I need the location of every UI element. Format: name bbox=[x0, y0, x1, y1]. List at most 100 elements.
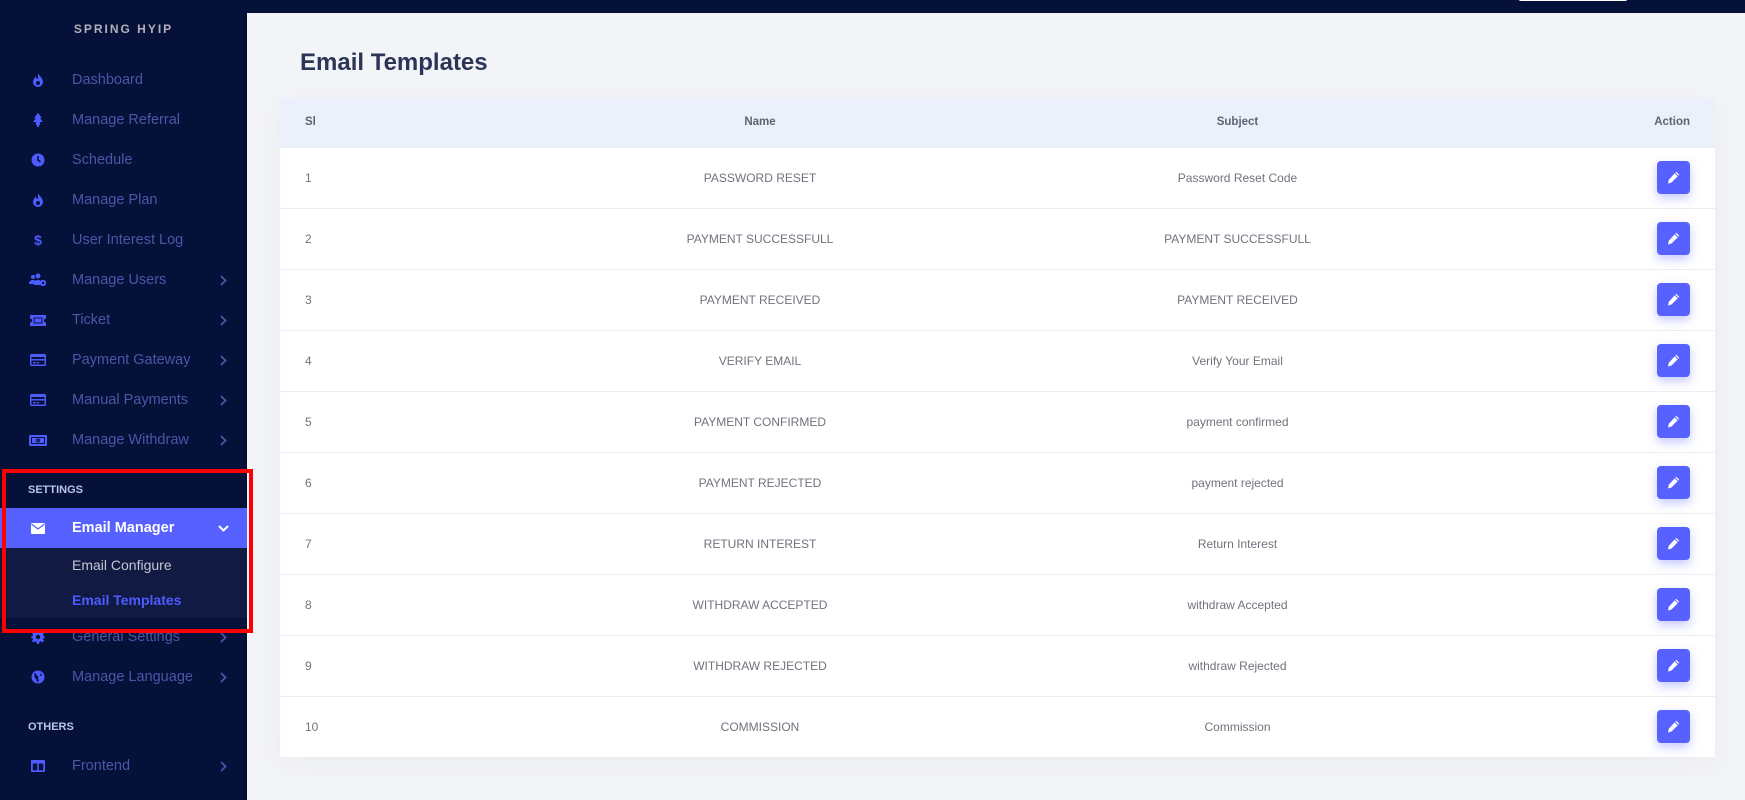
sidebar-item-label: Manage Withdraw bbox=[72, 432, 189, 448]
chevron-right-icon bbox=[218, 313, 228, 327]
cell-action bbox=[1475, 330, 1715, 391]
sidebar-item-label: Manual Payments bbox=[72, 392, 189, 408]
cell-subject: PAYMENT RECEIVED bbox=[1177, 292, 1298, 307]
edit-template-button[interactable] bbox=[1657, 283, 1690, 316]
cell-subject: PAYMENT SUCCESSFULL bbox=[1164, 231, 1311, 246]
edit-template-button[interactable] bbox=[1657, 344, 1690, 377]
pencil-icon bbox=[1667, 537, 1680, 550]
edit-template-button[interactable] bbox=[1657, 588, 1690, 621]
credit-card-icon bbox=[28, 390, 48, 410]
cell-sl: 4 bbox=[305, 353, 312, 368]
edit-template-button[interactable] bbox=[1657, 222, 1690, 255]
cell-subject: Return Interest bbox=[1197, 536, 1278, 551]
sidebar-item-label: Manage Plan bbox=[72, 192, 158, 208]
section-title-others: OTHERS bbox=[28, 721, 74, 733]
cell-name: PAYMENT REJECTED bbox=[698, 475, 822, 490]
money-bill-icon bbox=[28, 430, 48, 450]
pencil-icon bbox=[1667, 598, 1680, 611]
cell-name: WITHDRAW ACCEPTED bbox=[692, 597, 828, 612]
sidebar-item-label: Manage Referral bbox=[72, 112, 180, 128]
chevron-right-icon bbox=[218, 433, 228, 447]
sidebar-item-label: Dashboard bbox=[72, 72, 143, 88]
sidebar-item-manage-referral[interactable]: Manage Referral bbox=[0, 100, 247, 140]
cell-action bbox=[1475, 696, 1715, 757]
edit-template-button[interactable] bbox=[1657, 710, 1690, 744]
cell-action bbox=[1475, 574, 1715, 635]
sidebar-item-ticket[interactable]: Ticket bbox=[0, 300, 247, 340]
table-row: 2 PAYMENT SUCCESSFULL PAYMENT SUCCESSFULL bbox=[280, 208, 1715, 269]
globe-icon bbox=[28, 667, 48, 687]
sidebar-item-dashboard[interactable]: Dashboard bbox=[0, 60, 247, 100]
sidebar-item-manage-withdraw[interactable]: Manage Withdraw bbox=[0, 420, 247, 460]
email-templates-table: Sl Name Subject Action 1 PASSWORD RESET Pa… bbox=[280, 98, 1715, 757]
pencil-icon bbox=[1667, 415, 1680, 428]
cell-subject: withdraw Accepted bbox=[1187, 597, 1288, 612]
edit-template-button[interactable] bbox=[1657, 649, 1690, 682]
column-header-subject: Subject bbox=[1216, 116, 1259, 129]
sidebar-item-manage-language[interactable]: Manage Language bbox=[0, 657, 247, 697]
fire-icon bbox=[28, 70, 48, 90]
sidebar-item-label: Payment Gateway bbox=[72, 352, 191, 368]
column-header-action: Action bbox=[1654, 116, 1690, 129]
pencil-icon bbox=[1667, 354, 1680, 367]
cell-action bbox=[1475, 513, 1715, 574]
top-bar bbox=[247, 0, 1745, 13]
cell-sl: 10 bbox=[305, 719, 319, 734]
sidebar-item-label: Email Manager bbox=[72, 520, 175, 536]
dollar-icon: $ bbox=[34, 232, 42, 248]
table-row: 3 PAYMENT RECEIVED PAYMENT RECEIVED bbox=[280, 269, 1715, 330]
section-title-settings: SETTINGS bbox=[28, 484, 84, 496]
cell-sl: 8 bbox=[305, 597, 312, 612]
users-cog-icon bbox=[28, 270, 48, 290]
edit-template-button[interactable] bbox=[1657, 161, 1690, 194]
table-row: 7 RETURN INTEREST Return Interest bbox=[280, 513, 1715, 574]
columns-icon bbox=[28, 756, 48, 776]
email-manager-submenu: Email Configure Email Templates bbox=[0, 548, 247, 618]
sidebar-item-manual-payments[interactable]: Manual Payments bbox=[0, 380, 247, 420]
edit-template-button[interactable] bbox=[1657, 466, 1690, 499]
sidebar-item-email-manager[interactable]: Email Manager bbox=[0, 508, 247, 548]
sidebar-item-schedule[interactable]: Schedule bbox=[0, 140, 247, 180]
table-header-row: Sl Name Subject Action bbox=[280, 98, 1715, 147]
sidebar-item-label: Manage Language bbox=[72, 669, 193, 685]
chevron-down-icon bbox=[217, 521, 229, 535]
cell-sl: 7 bbox=[305, 536, 312, 551]
chevron-right-icon bbox=[218, 759, 228, 773]
pencil-icon bbox=[1667, 232, 1680, 245]
cell-name: PAYMENT SUCCESSFULL bbox=[686, 231, 834, 246]
credit-card-icon bbox=[28, 350, 48, 370]
submenu-item-email-configure[interactable]: Email Configure bbox=[72, 557, 172, 573]
cell-sl: 2 bbox=[305, 231, 312, 246]
pencil-icon bbox=[1667, 720, 1680, 733]
table-row: 8 WITHDRAW ACCEPTED withdraw Accepted bbox=[280, 574, 1715, 635]
table-row: 4 VERIFY EMAIL Verify Your Email bbox=[280, 330, 1715, 391]
sidebar: SPRING HYIP Dashboard Manage Referral Sc… bbox=[0, 0, 247, 800]
cell-action bbox=[1475, 208, 1715, 269]
sidebar-item-frontend[interactable]: Frontend bbox=[0, 746, 247, 786]
pencil-icon bbox=[1667, 476, 1680, 489]
chevron-right-icon bbox=[218, 273, 228, 287]
cell-action bbox=[1475, 635, 1715, 696]
table-row: 5 PAYMENT CONFIRMED payment confirmed bbox=[280, 391, 1715, 452]
table-row: 9 WITHDRAW REJECTED withdraw Rejected bbox=[280, 635, 1715, 696]
cell-subject: Commission bbox=[1204, 719, 1271, 734]
sidebar-item-manage-plan[interactable]: Manage Plan bbox=[0, 180, 247, 220]
sidebar-item-user-interest-log[interactable]: $ User Interest Log bbox=[0, 220, 247, 260]
cell-name: WITHDRAW REJECTED bbox=[693, 658, 827, 673]
chevron-right-icon bbox=[218, 353, 228, 367]
sidebar-item-general-settings[interactable]: General Settings bbox=[0, 617, 247, 657]
edit-template-button[interactable] bbox=[1657, 527, 1690, 560]
sidebar-item-manage-users[interactable]: Manage Users bbox=[0, 260, 247, 300]
edit-template-button[interactable] bbox=[1657, 405, 1690, 438]
topbar-widget[interactable] bbox=[1518, 0, 1628, 1]
cell-name: PASSWORD RESET bbox=[703, 170, 817, 185]
cell-sl: 3 bbox=[305, 292, 312, 307]
pencil-icon bbox=[1667, 659, 1680, 672]
submenu-item-email-templates[interactable]: Email Templates bbox=[72, 592, 181, 608]
cell-subject: withdraw Rejected bbox=[1188, 658, 1287, 673]
column-header-name: Name bbox=[744, 116, 776, 129]
sidebar-item-payment-gateway[interactable]: Payment Gateway bbox=[0, 340, 247, 380]
fire-icon bbox=[28, 190, 48, 210]
cell-sl: 9 bbox=[305, 658, 312, 673]
cell-sl: 5 bbox=[305, 414, 312, 429]
